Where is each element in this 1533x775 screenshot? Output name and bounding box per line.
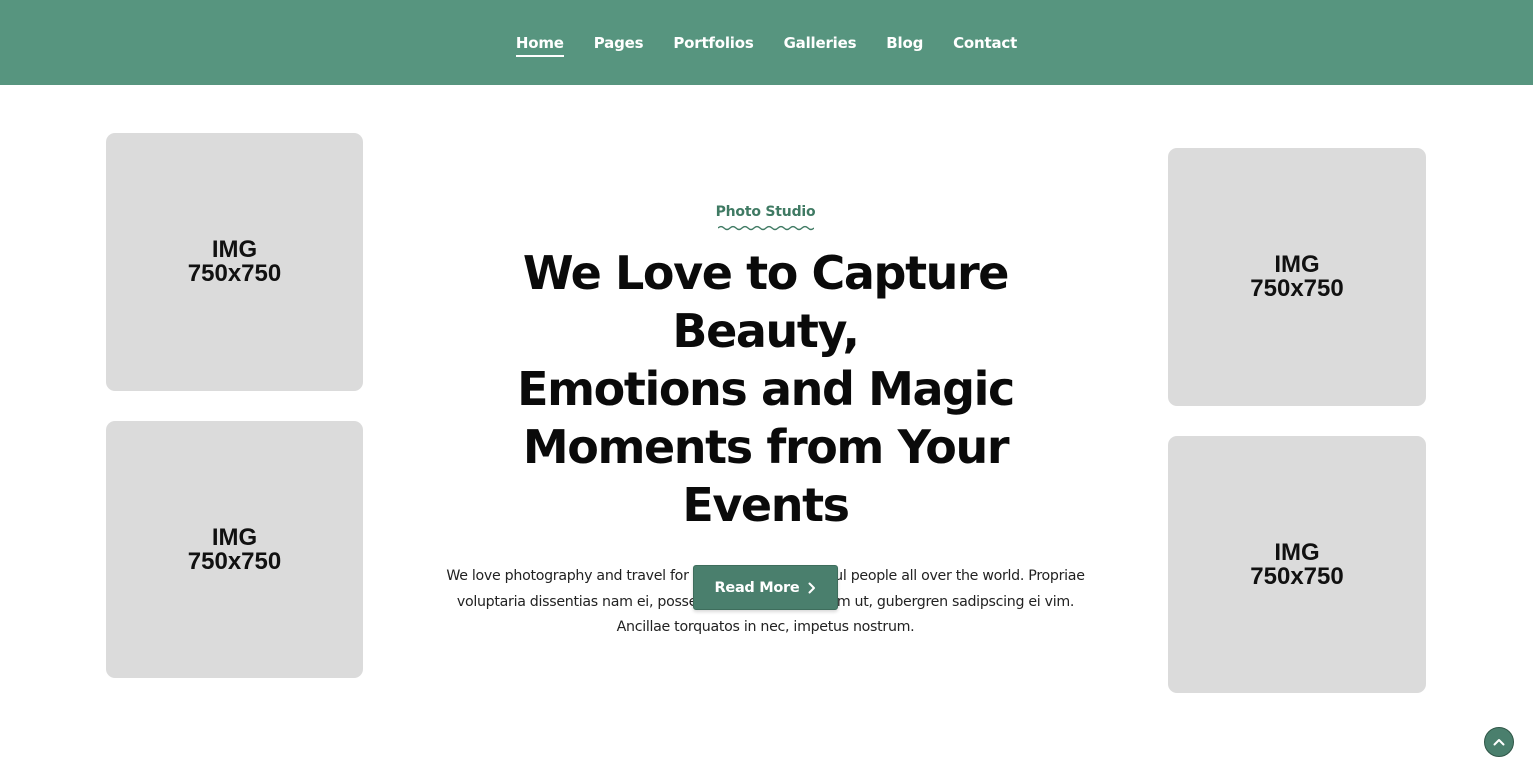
hero-eyebrow: Photo Studio <box>715 204 816 220</box>
hero-headline-line: Moments from Your Events <box>522 420 1010 532</box>
image-placeholder-bottom-right: IMG 750x750 <box>1168 436 1426 693</box>
nav-item-home[interactable]: Home <box>515 28 564 58</box>
image-placeholder-label: IMG 750x750 <box>187 523 282 575</box>
nav-item-pages[interactable]: Pages <box>594 28 644 58</box>
site-header: Home Pages Portfolios Galleries Blog Con… <box>0 0 1533 85</box>
page: Home Pages Portfolios Galleries Blog Con… <box>0 0 1533 775</box>
image-placeholder-label: IMG 750x750 <box>1250 538 1344 590</box>
nav-item-galleries[interactable]: Galleries <box>784 28 857 58</box>
image-placeholder-top-right: IMG 750x750 <box>1168 148 1426 406</box>
image-placeholder-bottom-left: IMG 750x750 <box>106 421 363 678</box>
nav-item-contact[interactable]: Contact <box>953 28 1017 58</box>
wave-divider-icon <box>717 225 814 231</box>
hero-headline-line: Emotions and Magic <box>517 362 1015 416</box>
back-to-top-button[interactable] <box>1484 727 1514 757</box>
nav-item-blog[interactable]: Blog <box>886 28 923 58</box>
hero-paragraph-line: Ancillae torquatos in nec, impetus nostr… <box>616 619 915 635</box>
image-placeholder-top-left: IMG 750x750 <box>106 133 363 391</box>
read-more-label: Read More <box>714 579 800 596</box>
chevron-up-icon <box>1493 739 1505 746</box>
read-more-button[interactable]: Read More <box>693 565 838 610</box>
nav-item-portfolios[interactable]: Portfolios <box>673 28 753 58</box>
chevron-right-icon <box>808 582 816 593</box>
image-placeholder-label: IMG 750x750 <box>187 236 282 287</box>
hero-headline-line: We Love to Capture Beauty, <box>522 246 1010 358</box>
main-nav: Home Pages Portfolios Galleries Blog Con… <box>0 0 1533 85</box>
image-placeholder-label: IMG 750x750 <box>1250 251 1344 302</box>
hero-headline: We Love to Capture Beauty, Emotions and … <box>440 244 1091 534</box>
